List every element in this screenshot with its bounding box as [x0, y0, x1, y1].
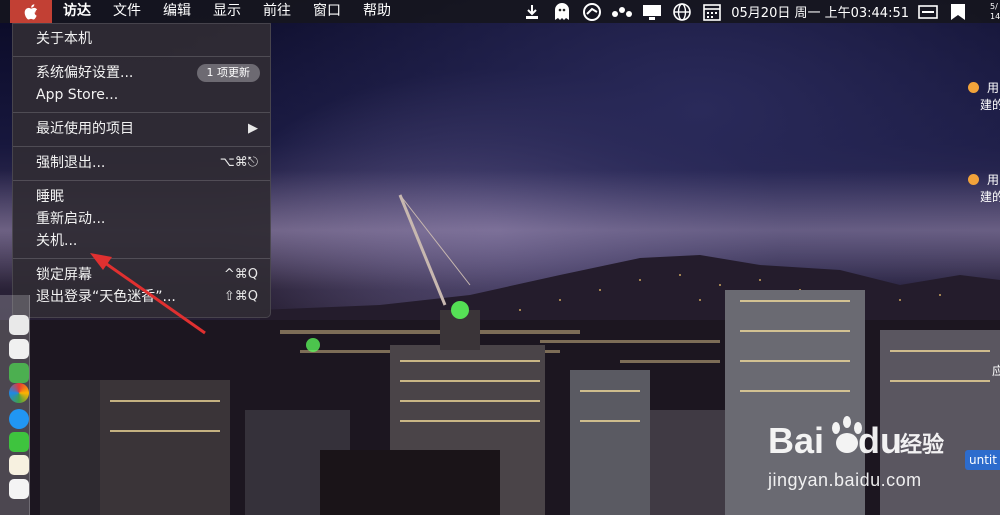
qq-icon[interactable] — [9, 409, 29, 429]
menu-separator — [13, 258, 270, 259]
menu-item-system-preferences[interactable]: 系统偏好设置... 1 项更新 — [13, 62, 270, 84]
notification-item[interactable]: 用 建的 — [968, 172, 1000, 206]
side-label: 应 — [992, 364, 1000, 378]
menu-item-sleep[interactable]: 睡眠 — [13, 186, 270, 208]
menu-item-about[interactable]: 关于本机 — [13, 28, 270, 50]
apple-logo-icon — [24, 3, 38, 20]
menu-edit[interactable]: 编辑 — [152, 0, 202, 23]
menu-view[interactable]: 显示 — [202, 0, 252, 23]
notification-dot-icon — [968, 174, 979, 185]
menubar-clock[interactable]: 05月20日 周一 上午03:44:51 — [731, 2, 909, 21]
svg-text:经验: 经验 — [900, 432, 944, 458]
menu-separator — [13, 56, 270, 57]
menu-separator — [13, 112, 270, 113]
svg-text:du: du — [858, 420, 902, 461]
dock-app-icon[interactable] — [9, 315, 29, 335]
apple-menu-dropdown: 关于本机 系统偏好设置... 1 项更新 App Store... 最近使用的项… — [12, 23, 271, 318]
menu-bar: 访达 文件 编辑 显示 前往 窗口 帮助 05月20日 周一 上午03:44:5… — [0, 0, 1000, 23]
right-edge-date: 5/ 14 — [990, 2, 1000, 21]
ghost-icon[interactable] — [550, 0, 574, 23]
menu-window[interactable]: 窗口 — [302, 0, 352, 23]
shortcut-label: ^⌘Q — [223, 267, 258, 282]
notification-item[interactable]: 用 建的 — [968, 80, 1000, 114]
menu-item-force-quit[interactable]: 强制退出... ⌥⌘⎋ — [13, 152, 270, 174]
dots-icon[interactable] — [610, 0, 634, 23]
menu-item-restart[interactable]: 重新启动... — [13, 208, 270, 230]
menu-separator — [13, 146, 270, 147]
apple-menu-button[interactable] — [10, 0, 52, 23]
menu-help[interactable]: 帮助 — [352, 0, 402, 23]
submenu-arrow-icon: ▶ — [248, 121, 258, 136]
svg-text:Bai: Bai — [768, 420, 824, 461]
wechat-icon[interactable] — [9, 432, 29, 452]
menu-go[interactable]: 前往 — [252, 0, 302, 23]
menu-finder[interactable]: 访达 — [52, 0, 102, 23]
menu-item-lock-screen[interactable]: 锁定屏幕 ^⌘Q — [13, 264, 270, 286]
app-icon[interactable] — [946, 0, 970, 23]
globe-icon[interactable] — [670, 0, 694, 23]
shortcut-label: ⇧⌘Q — [223, 289, 258, 304]
menu-item-recent-items[interactable]: 最近使用的项目 ▶ — [13, 118, 270, 140]
menu-bars-icon[interactable] — [916, 0, 940, 23]
update-badge: 1 项更新 — [196, 64, 260, 82]
calendar-icon[interactable] — [700, 0, 724, 23]
dock-app-icon[interactable] — [9, 339, 29, 359]
crane-icon — [398, 194, 471, 306]
notification-dot-icon — [968, 82, 979, 93]
shortcut-label: ⌥⌘⎋ — [219, 155, 258, 170]
dock — [0, 295, 30, 515]
menu-separator — [13, 180, 270, 181]
menu-file[interactable]: 文件 — [102, 0, 152, 23]
status-area: 05月20日 周一 上午03:44:51 — [517, 0, 1000, 23]
menu-item-logout[interactable]: 退出登录“天色迷香”... ⇧⌘Q — [13, 286, 270, 308]
chart-app-icon[interactable] — [9, 479, 29, 499]
display-icon[interactable] — [640, 0, 664, 23]
sync-icon[interactable] — [580, 0, 604, 23]
safari-icon[interactable] — [9, 383, 29, 403]
menu-item-app-store[interactable]: App Store... — [13, 84, 270, 106]
untitled-window-chip[interactable]: untit — [965, 450, 1000, 470]
baidu-jingyan-logo: Bai du 经验 — [768, 416, 944, 461]
menu-item-shutdown[interactable]: 关机... — [13, 230, 270, 252]
watermark-url: jingyan.baidu.com — [768, 470, 922, 490]
dock-app-icon[interactable] — [9, 363, 29, 383]
notes-icon[interactable] — [9, 455, 29, 475]
download-icon[interactable] — [520, 0, 544, 23]
